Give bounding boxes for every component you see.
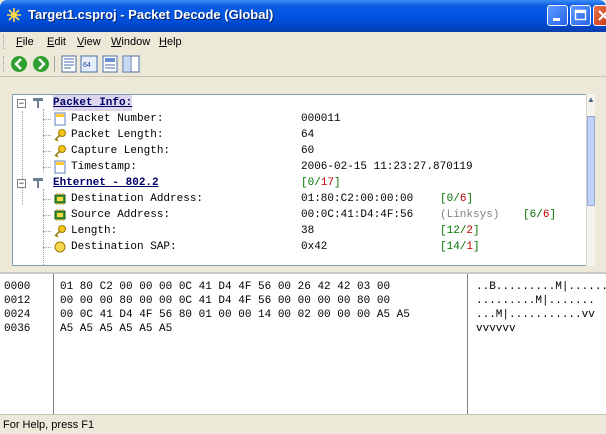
chip-icon bbox=[54, 209, 66, 221]
menu-edit[interactable]: Edit bbox=[47, 36, 66, 48]
menu-window[interactable]: Window bbox=[111, 36, 150, 48]
toolbar-grip[interactable] bbox=[3, 56, 7, 72]
menu-bar: File Edit View Window Help bbox=[0, 32, 606, 52]
collapse-icon[interactable]: − bbox=[17, 179, 26, 188]
protocol-node-icon bbox=[33, 98, 43, 108]
maximize-icon bbox=[571, 6, 590, 25]
status-bar: For Help, press F1 bbox=[0, 414, 606, 434]
tree-scrollbar[interactable]: ▲ bbox=[586, 94, 595, 266]
byte-range: [12/2] bbox=[440, 225, 480, 237]
scroll-up-icon[interactable]: ▲ bbox=[587, 94, 595, 106]
hex-dump-pane[interactable]: 0000 0012 0024 0036 01 80 C2 00 00 00 0C… bbox=[0, 272, 606, 414]
split-view-icon[interactable] bbox=[122, 55, 140, 73]
key-icon bbox=[54, 225, 66, 238]
key-icon bbox=[54, 129, 66, 142]
page-icon bbox=[54, 112, 66, 126]
menu-view[interactable]: View bbox=[77, 36, 101, 48]
menu-help[interactable]: Help bbox=[159, 36, 182, 48]
status-text: For Help, press F1 bbox=[3, 419, 95, 431]
byte-range: [14/1] bbox=[440, 241, 480, 253]
node-label: Ehternet - 802.2 bbox=[53, 177, 159, 189]
hex-view-icon[interactable]: 64 bbox=[80, 55, 98, 73]
forward-icon[interactable] bbox=[32, 55, 50, 73]
tree-node-ethernet[interactable]: − Ehternet - 802.2 [0/17] bbox=[13, 175, 593, 191]
hex-ascii-column[interactable]: ..B.........M|....... .........M|.......… bbox=[476, 280, 606, 336]
hex-bytes-column[interactable]: 01 80 C2 00 00 00 0C 41 D4 4F 56 00 26 4… bbox=[60, 280, 410, 336]
byte-range: [6/6] bbox=[523, 209, 557, 221]
minimize-icon bbox=[548, 6, 567, 25]
tree-node-packet-info[interactable]: − Packet Info: bbox=[13, 95, 593, 111]
packet-decode-tree[interactable]: − Packet Info: Packet Number: 000011 Pac… bbox=[12, 94, 594, 266]
app-icon bbox=[7, 8, 21, 22]
close-button[interactable] bbox=[593, 5, 606, 26]
back-icon[interactable] bbox=[10, 55, 28, 73]
vendor-label: (Linksys) bbox=[440, 209, 500, 221]
circle-icon bbox=[54, 241, 66, 253]
close-icon bbox=[594, 6, 606, 25]
chip-icon bbox=[54, 193, 66, 205]
title-bar[interactable]: Target1.csproj - Packet Decode (Global) bbox=[0, 0, 606, 32]
menu-grip[interactable] bbox=[3, 35, 7, 49]
byte-range: [0/17] bbox=[301, 177, 341, 189]
hex-offset-column: 0000 0012 0024 0036 bbox=[4, 281, 31, 335]
page-icon bbox=[54, 160, 66, 174]
menu-file[interactable]: File bbox=[16, 36, 34, 48]
maximize-button[interactable] bbox=[570, 5, 591, 26]
scroll-thumb[interactable] bbox=[587, 116, 595, 206]
svg-text:64: 64 bbox=[83, 62, 91, 69]
minimize-button[interactable] bbox=[547, 5, 568, 26]
collapse-icon[interactable]: − bbox=[17, 99, 26, 108]
toolbar: 64 bbox=[0, 52, 606, 77]
decode-view-icon[interactable] bbox=[60, 55, 78, 73]
node-label: Packet Info: bbox=[53, 95, 133, 111]
key-icon bbox=[54, 145, 66, 158]
text-view-icon[interactable] bbox=[101, 55, 119, 73]
window-title: Target1.csproj - Packet Decode (Global) bbox=[28, 7, 274, 22]
byte-range: [0/6] bbox=[440, 193, 474, 205]
protocol-node-icon bbox=[33, 178, 43, 188]
